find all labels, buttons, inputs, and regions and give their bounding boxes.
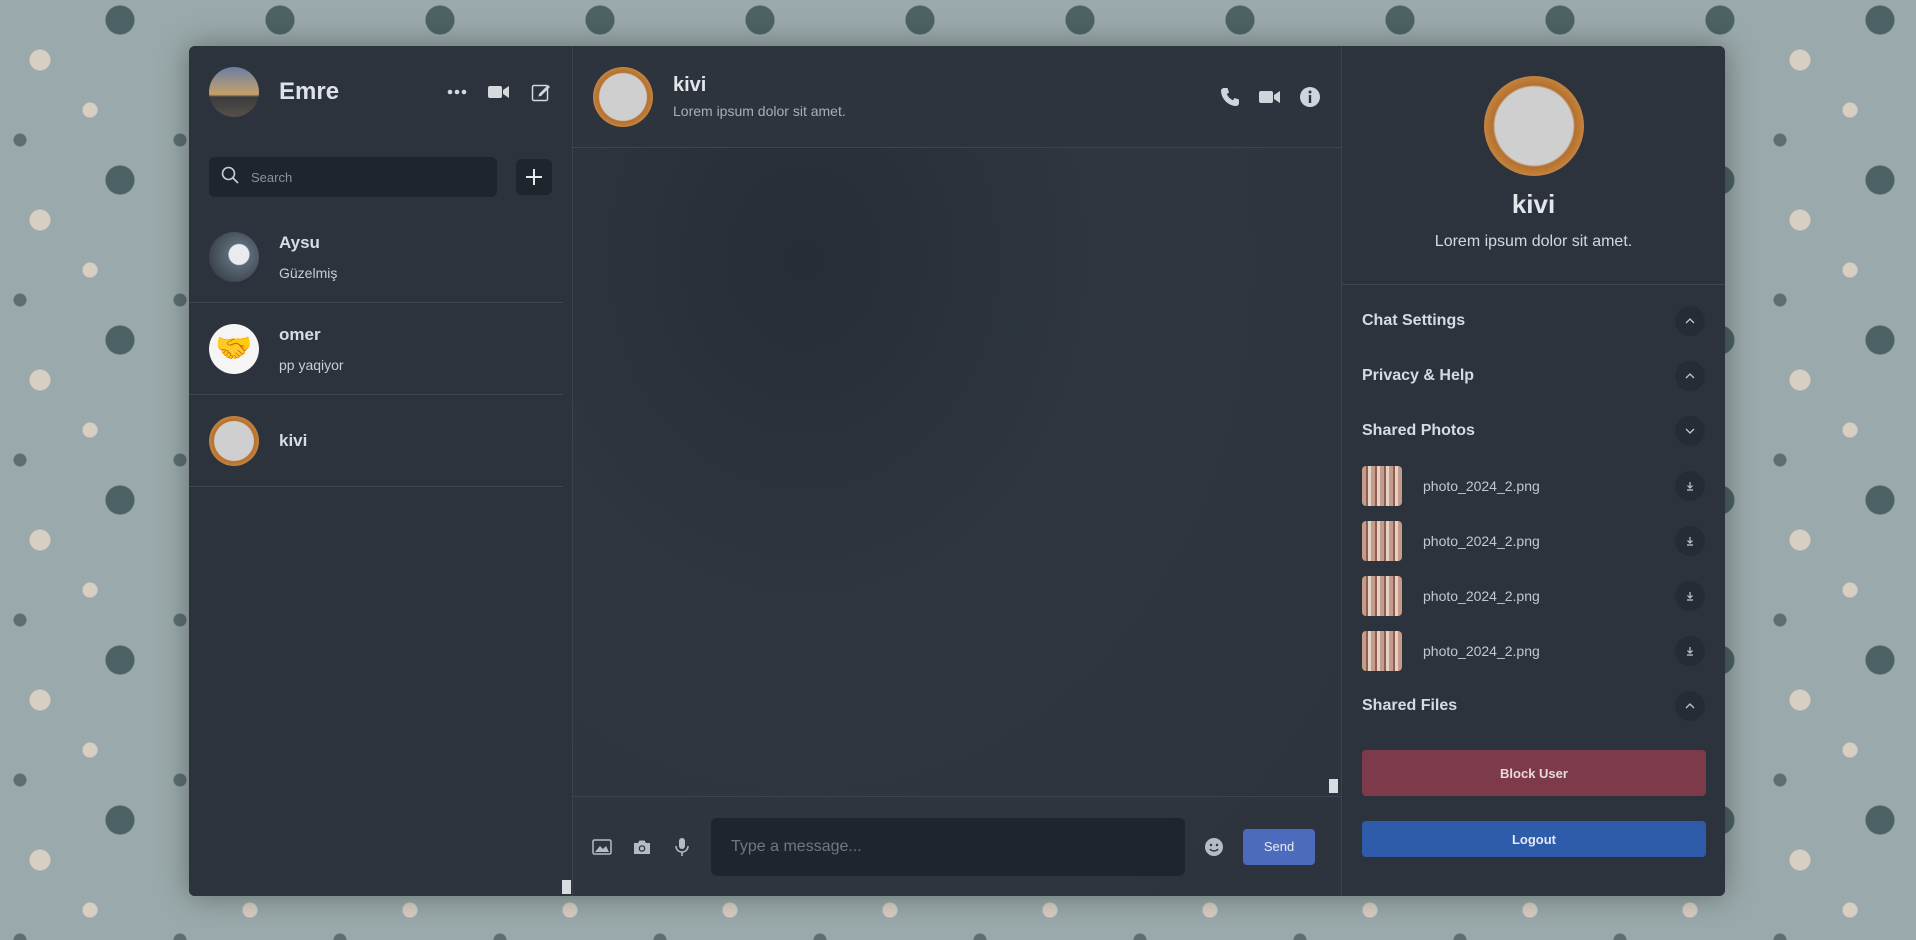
sidebar-scrollbar-handle[interactable] xyxy=(562,880,571,894)
contact-last-message: Güzelmiş xyxy=(279,264,338,281)
chevron-up-icon[interactable] xyxy=(1675,305,1705,336)
list-item[interactable]: photo_2024_2.png xyxy=(1362,568,1705,623)
download-icon[interactable] xyxy=(1675,635,1705,666)
contact-last-message: pp yaqiyor xyxy=(279,356,344,373)
section-shared-photos[interactable]: Shared Photos xyxy=(1362,403,1705,458)
handshake-icon: 🤝 xyxy=(209,323,259,374)
search-box xyxy=(209,157,497,197)
download-icon[interactable] xyxy=(1675,525,1705,556)
section-chat-settings[interactable]: Chat Settings xyxy=(1362,293,1705,348)
photo-thumbnail xyxy=(1362,630,1402,671)
microphone-icon[interactable] xyxy=(671,836,693,858)
download-icon[interactable] xyxy=(1675,580,1705,611)
more-options-icon[interactable] xyxy=(446,81,468,103)
contact-item-aysu[interactable]: Aysu Güzelmiş xyxy=(189,211,563,303)
chevron-up-icon[interactable] xyxy=(1675,690,1705,721)
contact-item-omer[interactable]: 🤝 omer pp yaqiyor xyxy=(189,303,563,395)
current-user-header: Emre xyxy=(189,46,572,138)
shared-photos-list: photo_2024_2.png photo_2024_2.png photo_… xyxy=(1362,458,1705,678)
search-icon xyxy=(221,166,239,189)
avatar xyxy=(1483,76,1584,176)
message-composer: Send xyxy=(573,796,1341,896)
list-item[interactable]: photo_2024_2.png xyxy=(1362,513,1705,568)
chat-scrollbar-handle[interactable] xyxy=(1329,779,1338,793)
camera-icon[interactable] xyxy=(631,836,653,858)
chat-panel: kivi Lorem ipsum dolor sit amet. Type a … xyxy=(573,46,1341,896)
image-icon[interactable] xyxy=(591,836,613,858)
section-privacy-help[interactable]: Privacy & Help xyxy=(1362,348,1705,403)
profile-name: kivi xyxy=(1511,189,1556,219)
download-icon[interactable] xyxy=(1675,470,1705,501)
contact-name: Aysu xyxy=(279,232,320,252)
chat-contact-status: Lorem ipsum dolor sit amet. xyxy=(673,103,846,119)
avatar[interactable] xyxy=(593,66,653,127)
logout-button[interactable]: Logout xyxy=(1362,821,1706,857)
section-title: Shared Files xyxy=(1362,696,1458,714)
section-title: Shared Photos xyxy=(1362,421,1475,439)
video-call-icon[interactable] xyxy=(1259,86,1281,108)
contact-list: Aysu Güzelmiş 🤝 omer pp yaqiyor kivi xyxy=(189,211,572,487)
chat-contact-name: kivi xyxy=(673,74,707,96)
add-contact-button[interactable] xyxy=(516,159,552,195)
photo-thumbnail xyxy=(1362,575,1402,616)
chat-header: kivi Lorem ipsum dolor sit amet. xyxy=(573,46,1341,148)
photo-name: photo_2024_2.png xyxy=(1423,532,1540,549)
message-area xyxy=(573,148,1341,796)
video-call-icon[interactable] xyxy=(488,81,510,103)
section-title: Privacy & Help xyxy=(1362,366,1475,384)
info-icon[interactable] xyxy=(1299,86,1321,108)
current-user-name: Emre xyxy=(279,78,340,105)
section-shared-files[interactable]: Shared Files xyxy=(1362,678,1705,733)
avatar xyxy=(209,415,259,466)
photo-thumbnail xyxy=(1362,520,1402,561)
contact-item-kivi[interactable]: kivi xyxy=(189,395,563,487)
avatar[interactable] xyxy=(209,67,259,117)
list-item[interactable]: photo_2024_2.png xyxy=(1362,458,1705,513)
search-input[interactable] xyxy=(251,169,485,185)
contact-name: kivi xyxy=(279,430,308,450)
emoji-icon[interactable] xyxy=(1203,836,1225,858)
photo-name: photo_2024_2.png xyxy=(1423,587,1540,604)
compose-icon[interactable] xyxy=(530,81,552,103)
avatar xyxy=(209,231,259,282)
photo-thumbnail xyxy=(1362,465,1402,506)
contact-details-panel: kivi Lorem ipsum dolor sit amet. Chat Se… xyxy=(1341,46,1725,896)
phone-icon[interactable] xyxy=(1219,86,1241,108)
contacts-sidebar: Emre Search Aysu Güzelmiş 🤝 omer pp yaqi… xyxy=(189,46,573,896)
profile-status: Lorem ipsum dolor sit amet. xyxy=(1434,233,1633,250)
message-input[interactable] xyxy=(711,817,1185,876)
block-user-button[interactable]: Block User xyxy=(1362,750,1706,796)
contact-name: omer xyxy=(279,324,321,344)
chat-app-window: Emre Search Aysu Güzelmiş 🤝 omer pp yaqi… xyxy=(189,46,1725,896)
photo-name: photo_2024_2.png xyxy=(1423,642,1540,659)
chevron-down-icon[interactable] xyxy=(1675,415,1705,446)
profile-card: kivi Lorem ipsum dolor sit amet. xyxy=(1342,46,1725,285)
send-button[interactable]: Send xyxy=(1243,828,1315,865)
photo-name: photo_2024_2.png xyxy=(1423,477,1540,494)
chevron-up-icon[interactable] xyxy=(1675,360,1705,391)
list-item[interactable]: photo_2024_2.png xyxy=(1362,623,1705,678)
section-title: Chat Settings xyxy=(1362,311,1466,329)
